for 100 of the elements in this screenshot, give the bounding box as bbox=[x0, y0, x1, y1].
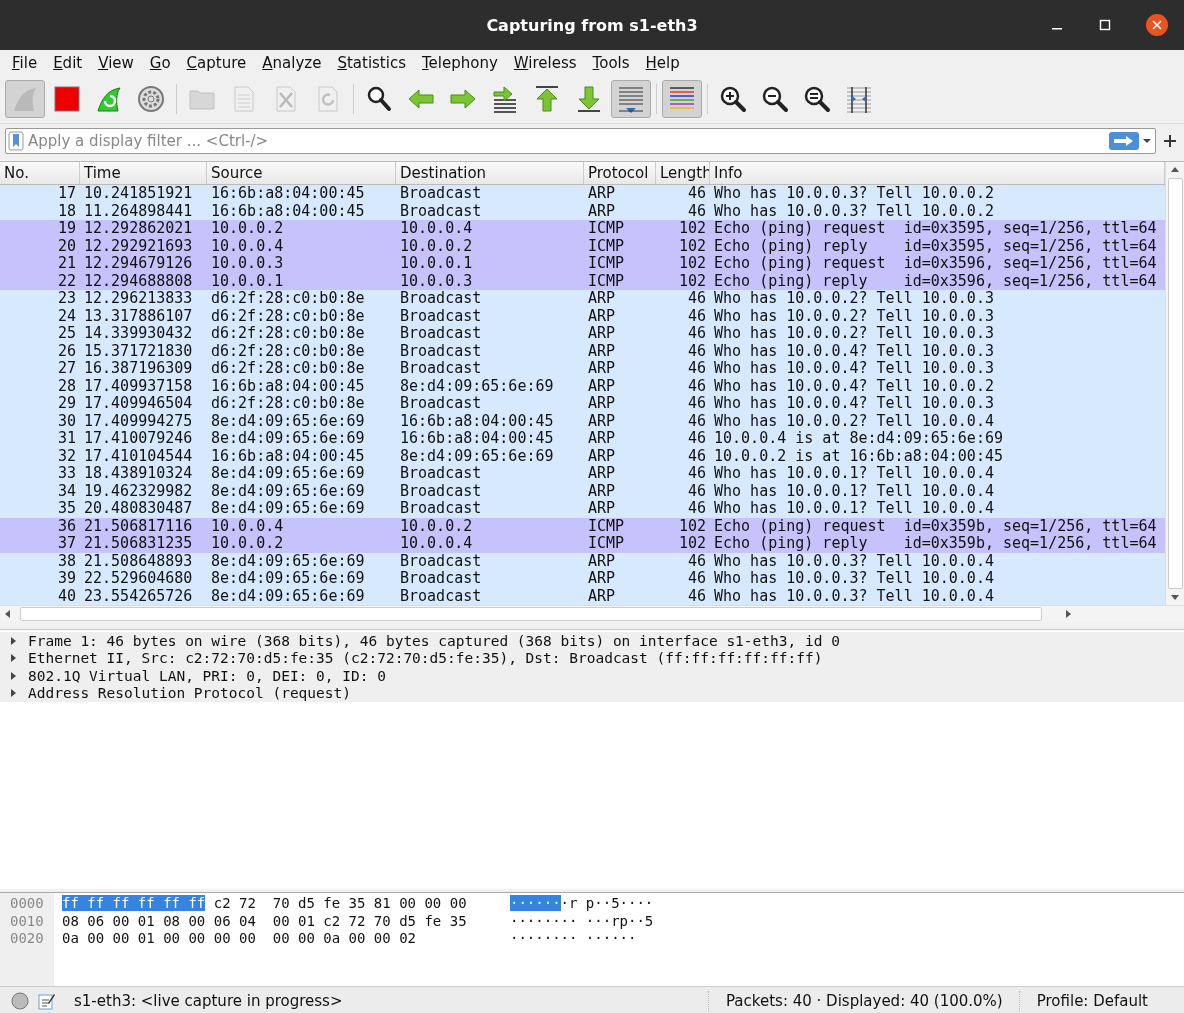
table-cell-text: ARP bbox=[587, 570, 617, 588]
table-cell-text: 16:6b:a8:04:00:45 bbox=[210, 377, 366, 395]
column-header[interactable]: No. bbox=[0, 162, 80, 184]
table-cell-text: 10.0.0.3 bbox=[399, 272, 474, 290]
table-cell-text: 10.0.0.2 bbox=[210, 535, 285, 553]
menu-item[interactable]: Go bbox=[141, 53, 179, 72]
table-cell-text: Who has 10.0.0.2? Tell 10.0.0.4 bbox=[713, 412, 995, 430]
notepad-icon[interactable] bbox=[36, 991, 56, 1011]
table-cell-text: 17.410104544 bbox=[83, 447, 194, 465]
packet-row[interactable]: 17 10.241851921 16:6b:a8:04:00:45 Broadcast ARP 46 Who has 10.0.0.3? Tell 10.0.0.2 bbox=[0, 185, 1165, 203]
menu-item[interactable]: Help bbox=[637, 53, 688, 72]
menu-item[interactable]: Wireless bbox=[505, 53, 585, 72]
table-cell-text: 46 bbox=[686, 500, 707, 518]
packet-row[interactable]: 27 16.387196309 d6:2f:28:c0:b0:8e Broadcast ARP 46 Who has 10.0.0.4? Tell 10.0.0.3 bbox=[0, 360, 1165, 378]
table-cell-text: 10.0.0.1 bbox=[210, 272, 285, 290]
packet-row[interactable]: 39 22.529604680 8e:d4:09:65:6e:69 Broadcast ARP 46 Who has 10.0.0.3? Tell 10.0.0.4 bbox=[0, 570, 1165, 588]
table-cell-text: 10.0.0.3 bbox=[210, 255, 285, 273]
table-cell-text: ARP bbox=[587, 465, 617, 483]
selected-hex-bytes[interactable]: ff ff ff ff ff ff bbox=[62, 895, 206, 911]
display-filter-bar[interactable]: Apply a display filter ... <Ctrl-/> bbox=[5, 128, 1156, 154]
table-cell-text: ARP bbox=[587, 447, 617, 465]
table-cell-text: 8e:d4:09:65:6e:69 bbox=[210, 570, 366, 588]
packet-row[interactable]: 25 14.339930432 d6:2f:28:c0:b0:8e Broadcast ARP 46 Who has 10.0.0.2? Tell 10.0.0.3 bbox=[0, 325, 1165, 343]
column-header[interactable]: Destination bbox=[396, 162, 584, 184]
scrollbar-thumb[interactable] bbox=[20, 607, 1042, 621]
table-cell-text: Broadcast bbox=[399, 360, 483, 378]
hex-bytes[interactable]: 0a 00 00 01 00 00 00 00 00 00 0a 00 00 02 bbox=[62, 930, 416, 946]
hex-bytes[interactable]: c2 72 70 d5 fe 35 81 00 00 00 bbox=[205, 895, 467, 911]
menu-item[interactable]: Telephony bbox=[414, 53, 506, 72]
selected-ascii-bytes[interactable]: ······ bbox=[510, 895, 561, 911]
packet-row[interactable]: 35 20.480830487 8e:d4:09:65:6e:69 Broadcast ARP 46 Who has 10.0.0.1? Tell 10.0.0.4 bbox=[0, 500, 1165, 518]
ascii-bytes[interactable]: ········ ···rp··5 bbox=[510, 912, 654, 929]
packet-row[interactable]: 19 12.292862021 10.0.0.2 10.0.0.4 ICMP 102 Echo (ping) request id=0x3595, seq=1/256, ttl=64 bbox=[0, 220, 1165, 238]
menu-item[interactable]: Statistics bbox=[329, 53, 414, 72]
add-icon[interactable] bbox=[1162, 133, 1178, 149]
table-cell-text: 46 bbox=[686, 570, 707, 588]
table-cell-text: Who has 10.0.0.4? Tell 10.0.0.3 bbox=[713, 395, 995, 413]
column-resize-icon bbox=[844, 84, 874, 114]
packet-row[interactable]: 37 21.506831235 10.0.0.2 10.0.0.4 ICMP 102 Echo (ping) reply id=0x359b, seq=1/256, ttl=64 bbox=[0, 535, 1165, 553]
table-cell-text: 46 bbox=[686, 377, 707, 395]
table-cell-text: Echo (ping) reply id=0x3596, seq=1/256, ttl=64 bbox=[713, 272, 1158, 290]
table-cell-text: 12.292921693 bbox=[83, 237, 194, 255]
packet-row[interactable]: 33 18.438910324 8e:d4:09:65:6e:69 Broadcast ARP 46 Who has 10.0.0.1? Tell 10.0.0.4 bbox=[0, 465, 1165, 483]
table-cell-text: 16:6b:a8:04:00:45 bbox=[210, 185, 366, 203]
packet-row[interactable]: 29 17.409946504 d6:2f:28:c0:b0:8e Broadcast ARP 46 Who has 10.0.0.4? Tell 10.0.0.3 bbox=[0, 395, 1165, 413]
close-icon[interactable] bbox=[1146, 14, 1168, 36]
menu-item[interactable]: Capture bbox=[178, 53, 255, 72]
offset-label: 0010 bbox=[9, 912, 45, 930]
table-cell-text: Who has 10.0.0.1? Tell 10.0.0.4 bbox=[713, 482, 995, 500]
table-cell-text: 10.0.0.2 bbox=[399, 237, 474, 255]
hex-bytes[interactable]: 08 06 00 01 08 00 06 04 00 01 c2 72 70 d5 fe 35 bbox=[62, 912, 467, 929]
menu-item[interactable]: View bbox=[90, 53, 142, 72]
column-header[interactable]: Protocol bbox=[584, 162, 656, 184]
table-cell-text: 18 bbox=[56, 202, 77, 220]
profile-label[interactable]: Profile: Default bbox=[1036, 992, 1148, 1010]
table-cell-text: Echo (ping) reply id=0x3595, seq=1/256, ttl=64 bbox=[713, 237, 1158, 255]
table-cell-text: 33 bbox=[56, 465, 77, 483]
table-cell-text: 40 bbox=[56, 587, 77, 605]
table-cell-text: 12.294679126 bbox=[83, 255, 194, 273]
table-cell-text: Who has 10.0.0.4? Tell 10.0.0.3 bbox=[713, 342, 995, 360]
table-cell-text: 23.554265726 bbox=[83, 587, 194, 605]
table-cell-text: 16:6b:a8:04:00:45 bbox=[399, 430, 555, 448]
horizontal-scrollbar[interactable] bbox=[0, 605, 1184, 622]
table-cell-text: 46 bbox=[686, 360, 707, 378]
table-cell-text: 20.480830487 bbox=[83, 500, 194, 518]
menu-item[interactable]: File bbox=[4, 53, 46, 72]
scrollbar-thumb[interactable] bbox=[1167, 178, 1183, 589]
vertical-scrollbar[interactable] bbox=[1165, 162, 1184, 605]
table-cell-text: 102 bbox=[677, 517, 707, 535]
table-cell-text: Broadcast bbox=[399, 202, 483, 220]
menu-item[interactable]: Analyze bbox=[254, 53, 330, 72]
table-cell-text: 10.0.0.2 bbox=[399, 517, 474, 535]
table-cell-text: 21.506817116 bbox=[83, 517, 194, 535]
ascii-bytes[interactable]: ········ ······ bbox=[510, 930, 637, 946]
expand-arrow-icon[interactable] bbox=[8, 669, 18, 682]
expand-arrow-icon[interactable] bbox=[8, 652, 18, 665]
expand-arrow-icon[interactable] bbox=[8, 634, 18, 647]
bookmark-icon[interactable] bbox=[8, 131, 24, 151]
expand-arrow-icon[interactable] bbox=[8, 687, 18, 700]
packet-row[interactable]: 21 12.294679126 10.0.0.3 10.0.0.1 ICMP 102 Echo (ping) request id=0x3596, seq=1/256, ttl=64 bbox=[0, 255, 1165, 273]
table-cell-text: 12.294688808 bbox=[83, 272, 194, 290]
column-header[interactable]: Source bbox=[207, 162, 396, 184]
packet-row[interactable]: 31 17.410079246 8e:d4:09:65:6e:69 16:6b:a8:04:00:45 ARP 46 10.0.0.4 is at 8e:d4:09:65:6e:69 bbox=[0, 430, 1165, 448]
packet-row[interactable]: 23 12.296213833 d6:2f:28:c0:b0:8e Broadcast ARP 46 Who has 10.0.0.2? Tell 10.0.0.3 bbox=[0, 290, 1165, 308]
table-cell-text: 102 bbox=[677, 255, 707, 273]
status-circle-icon[interactable] bbox=[10, 991, 30, 1011]
capture-status: s1-eth3: <live capture in progress> bbox=[74, 992, 344, 1010]
menu-item[interactable]: Tools bbox=[584, 53, 638, 72]
menu-item[interactable]: Edit bbox=[45, 53, 91, 72]
table-cell-text: 46 bbox=[686, 587, 707, 605]
ascii-bytes[interactable]: ·r p··5···· bbox=[560, 895, 654, 911]
table-cell-text: 8e:d4:09:65:6e:69 bbox=[210, 482, 366, 500]
column-header[interactable]: Time bbox=[80, 162, 207, 184]
table-cell-text: 16.387196309 bbox=[83, 360, 194, 378]
maximize-icon[interactable] bbox=[1098, 18, 1112, 32]
table-cell-text: ICMP bbox=[587, 220, 626, 238]
table-cell-text: 16:6b:a8:04:00:45 bbox=[210, 447, 366, 465]
table-cell-text: ARP bbox=[587, 360, 617, 378]
table-cell-text: 32 bbox=[56, 447, 77, 465]
table-cell-text: 46 bbox=[686, 202, 707, 220]
